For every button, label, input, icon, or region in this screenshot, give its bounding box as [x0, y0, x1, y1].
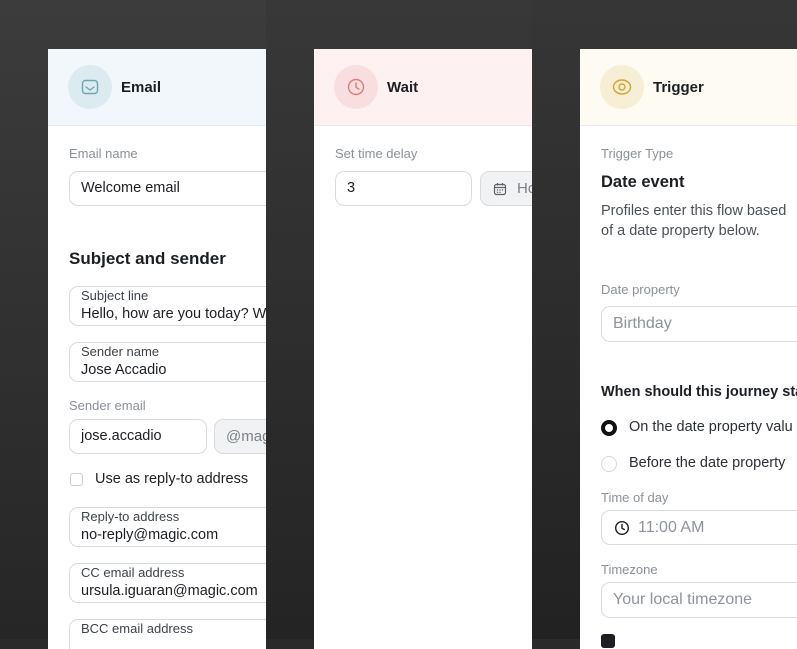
- bcc-email-label: BCC email address: [81, 621, 193, 636]
- date-property-placeholder: Birthday: [613, 315, 672, 332]
- reply-to-checkbox[interactable]: [70, 473, 83, 486]
- reply-to-value: no-reply@magic.com: [81, 527, 219, 543]
- time-of-day-input[interactable]: 11:00 AM: [601, 510, 797, 545]
- email-name-field[interactable]: Welcome email: [69, 171, 266, 206]
- checked-checkbox[interactable]: [601, 634, 615, 648]
- radio-on-date-label: On the date property valu: [629, 419, 793, 435]
- wait-panel-header: Wait: [314, 49, 532, 126]
- cc-email-field[interactable]: CC email address ursula.iguaran@magic.co…: [69, 563, 266, 603]
- cc-email-label: CC email address: [81, 565, 185, 580]
- sender-domain-value: @mag: [226, 428, 266, 445]
- sender-email-value: jose.accadio: [81, 428, 162, 444]
- radio-before-date[interactable]: [601, 456, 617, 472]
- timezone-select[interactable]: Your local timezone: [601, 582, 797, 618]
- radio-before-date-label: Before the date property: [629, 455, 786, 471]
- email-panel-title: Email: [121, 79, 162, 96]
- bcc-email-field[interactable]: BCC email address: [69, 619, 266, 649]
- journey-start-question: When should this journey star: [601, 384, 797, 400]
- sender-name-value: Jose Accadio: [81, 362, 167, 378]
- timezone-placeholder: Your local timezone: [613, 591, 753, 608]
- trigger-description-line1: Profiles enter this flow based: [601, 203, 787, 219]
- reply-to-checkbox-label: Use as reply-to address: [95, 471, 249, 487]
- time-unit-select[interactable]: Ho: [480, 171, 532, 206]
- trigger-description-line2: of a date property below.: [601, 223, 760, 239]
- email-panel: Email Email name Welcome email Subject a…: [48, 49, 266, 649]
- subject-line-label: Subject line: [81, 288, 149, 303]
- clock-icon: [614, 520, 630, 541]
- time-of-day-placeholder: 11:00 AM: [638, 519, 705, 536]
- timezone-label: Timezone: [601, 562, 658, 577]
- trigger-type-value: Date event: [601, 173, 685, 191]
- email-icon: [68, 65, 112, 109]
- time-unit-value: Ho: [517, 180, 532, 197]
- calendar-icon: [493, 182, 507, 201]
- email-name-value: Welcome email: [81, 180, 180, 196]
- trigger-panel-header: Trigger: [580, 49, 797, 126]
- trigger-type-label: Trigger Type: [601, 146, 674, 161]
- subject-sender-heading: Subject and sender: [69, 249, 226, 268]
- wait-panel-title: Wait: [387, 79, 419, 96]
- time-delay-value: 3: [347, 180, 356, 196]
- sender-name-field[interactable]: Sender name Jose Accadio: [69, 342, 266, 382]
- sender-email-label: Sender email: [69, 398, 146, 413]
- trigger-panel-title: Trigger: [653, 79, 704, 96]
- radio-on-date[interactable]: [601, 420, 617, 436]
- subject-line-field[interactable]: Subject line Hello, how are you today? W: [69, 286, 266, 326]
- time-delay-input[interactable]: 3: [335, 171, 472, 206]
- sender-name-label: Sender name: [81, 344, 160, 359]
- date-property-select[interactable]: Birthday: [601, 306, 797, 342]
- reply-to-field[interactable]: Reply-to address no-reply@magic.com: [69, 507, 266, 547]
- email-panel-header: Email: [48, 49, 266, 126]
- reply-to-label: Reply-to address: [81, 509, 180, 524]
- trigger-panel: Trigger Trigger Type Date event Profiles…: [580, 49, 797, 649]
- target-icon: [600, 65, 644, 109]
- time-of-day-label: Time of day: [601, 490, 669, 505]
- sender-email-field[interactable]: jose.accadio: [69, 419, 207, 454]
- cc-email-value: ursula.iguaran@magic.com: [81, 583, 258, 599]
- subject-line-value: Hello, how are you today? W: [81, 306, 266, 322]
- email-name-label: Email name: [69, 146, 138, 161]
- date-property-label: Date property: [601, 282, 680, 297]
- time-delay-label: Set time delay: [335, 146, 418, 161]
- sender-domain-select[interactable]: @mag: [214, 419, 266, 454]
- clock-icon: [334, 65, 378, 109]
- wait-panel: Wait Set time delay 3 Ho: [314, 49, 532, 649]
